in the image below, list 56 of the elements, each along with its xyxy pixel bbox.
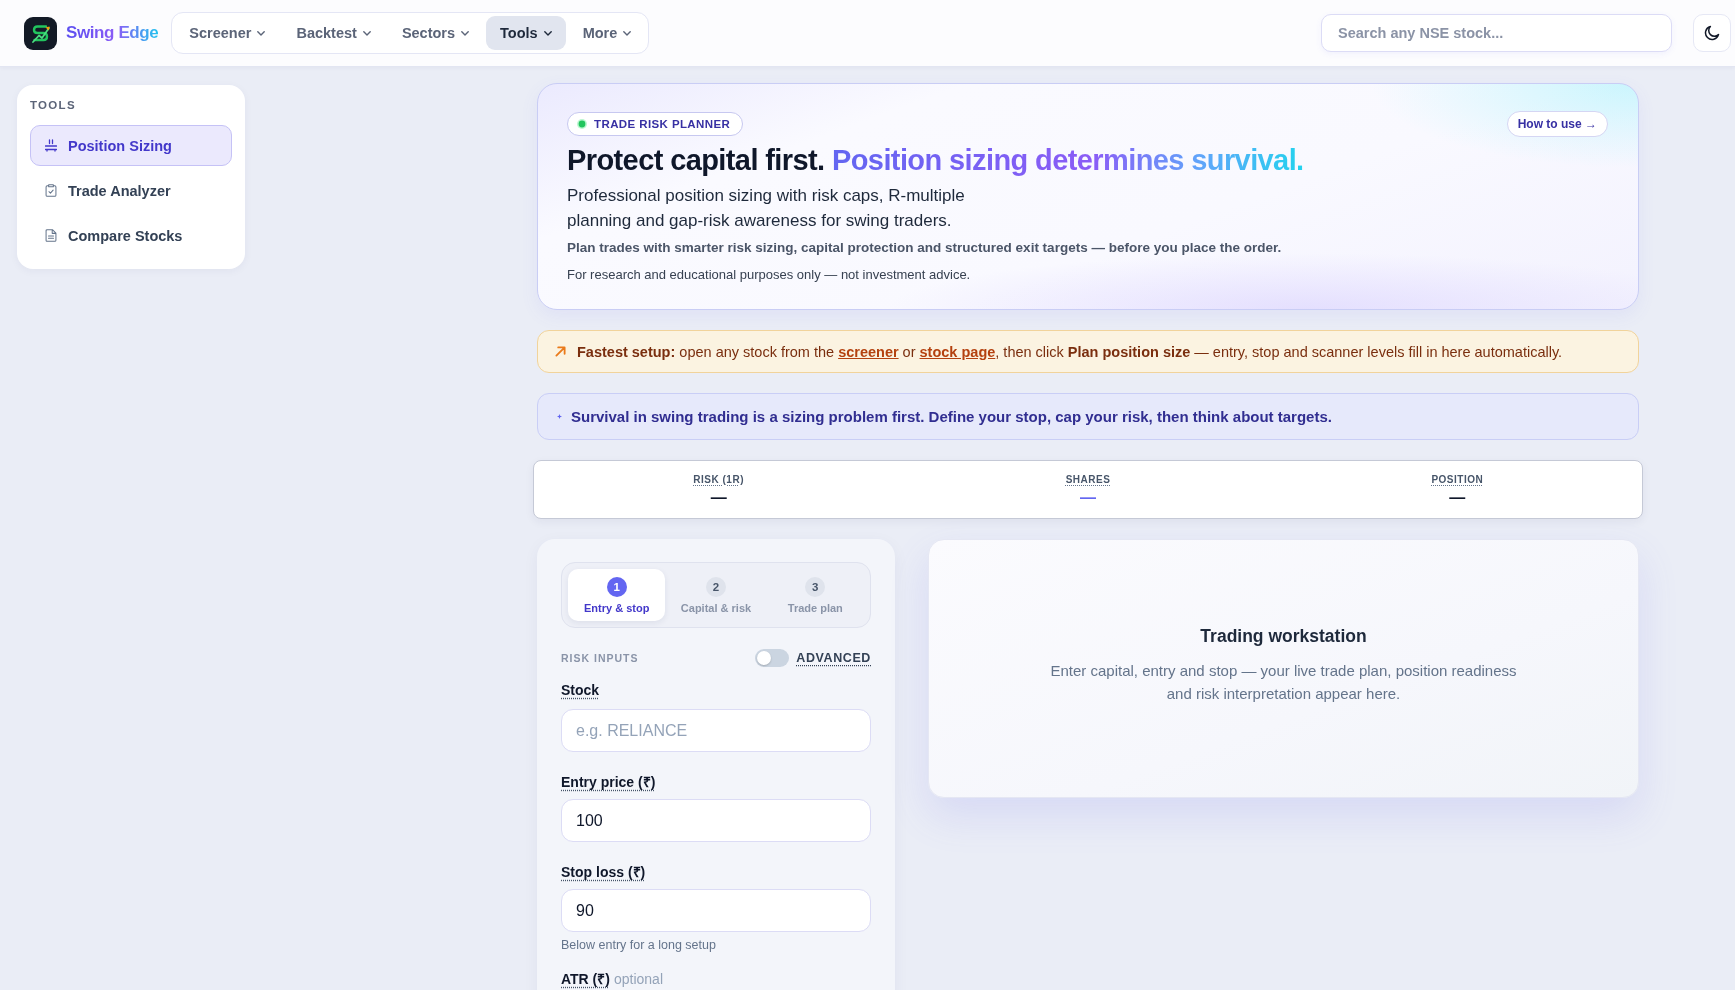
field-label: Entry price (₹): [561, 773, 656, 791]
field-label: Stop loss (₹): [561, 863, 646, 881]
step-tab[interactable]: 3 Trade plan: [766, 569, 864, 621]
stat-value: —: [710, 488, 727, 508]
document-icon: [45, 229, 57, 242]
field-label: Stock: [561, 682, 600, 698]
nav-menu-button[interactable]: Sectors: [387, 16, 484, 50]
setup-tip-text: Fastest setup: open any stock from the screener or stock page, then click Plan position size — entry, stop and scanner levels fill in here automatically.: [577, 343, 1563, 360]
input-field[interactable]: e.g. RELIANCE: [561, 709, 871, 752]
sidebar-heading: TOOLS: [30, 98, 77, 112]
theme-toggle-button[interactable]: [1693, 14, 1731, 52]
section-label: TRADE RISK PLANNER: [594, 118, 731, 130]
search-field[interactable]: Search any NSE stock...: [1321, 14, 1672, 52]
toggle-label: ADVANCED: [796, 651, 871, 665]
moon-icon: [1704, 25, 1720, 41]
brand-name[interactable]: Swing Edge: [66, 23, 159, 43]
input-field[interactable]: 100: [561, 799, 871, 842]
workstation-description: Enter capital, entry and stop — your live trade plan, position readiness and risk interpretation appear here.: [1049, 660, 1518, 704]
stat-value: —: [1449, 488, 1466, 508]
sidebar-item[interactable]: Trade Analyzer: [30, 170, 232, 211]
sparkle-icon: [557, 414, 562, 419]
hero-tagline: Plan trades with smarter risk sizing, capital protection and structured exit targets — before you place the order.: [567, 239, 1283, 257]
stat-label: SHARES: [1065, 473, 1111, 486]
sidebar-item[interactable]: Position Sizing: [30, 125, 232, 166]
stat-label: RISK (1R): [693, 473, 744, 486]
optional-note: optional: [613, 971, 663, 987]
stat-label: POSITION: [1431, 473, 1484, 486]
nav-menu-button[interactable]: Tools: [486, 16, 566, 50]
hero-subtitle: Professional position sizing with risk caps, R-multiple planning and gap-risk awareness for swing traders.: [567, 185, 966, 232]
section-label: RISK INPUTS: [561, 652, 639, 664]
chevron-down-icon: [623, 30, 632, 36]
logo-icon[interactable]: [24, 16, 57, 50]
scale-icon: [45, 139, 57, 152]
sidebar-item[interactable]: Compare Stocks: [30, 215, 232, 256]
nav-menu-button[interactable]: Screener: [175, 16, 280, 50]
field-hint: Below entry for a long setup: [561, 937, 717, 953]
chevron-down-icon: [543, 30, 552, 36]
chevron-down-icon: [461, 30, 470, 36]
toggle-switch[interactable]: [755, 649, 790, 667]
how-to-use-button[interactable]: How to use →: [1506, 111, 1608, 137]
text-link[interactable]: screener: [838, 343, 899, 360]
clipboard-check-icon: [45, 184, 57, 197]
status-dot-icon: [577, 119, 587, 129]
nav-menu-button[interactable]: More: [568, 16, 646, 50]
workstation-title: Trading workstation: [1200, 624, 1367, 647]
field-label: ATR (₹): [561, 970, 610, 988]
principle-text: Survival in swing trading is a sizing problem first. Define your stop, cap your risk, then think about targets.: [571, 408, 1332, 425]
step-tab[interactable]: 1 Entry & stop: [568, 569, 666, 621]
chevron-down-icon: [257, 30, 266, 36]
chevron-down-icon: [362, 30, 371, 36]
input-field[interactable]: 90: [561, 889, 871, 932]
nav-menu-button[interactable]: Backtest: [282, 16, 385, 50]
disclaimer-text: For research and educational purposes only — not investment advice.: [567, 266, 972, 284]
arrow-up-right-icon: [555, 346, 566, 357]
step-tab[interactable]: 2 Capital & risk: [667, 569, 765, 621]
stat-value: —: [1080, 488, 1096, 508]
